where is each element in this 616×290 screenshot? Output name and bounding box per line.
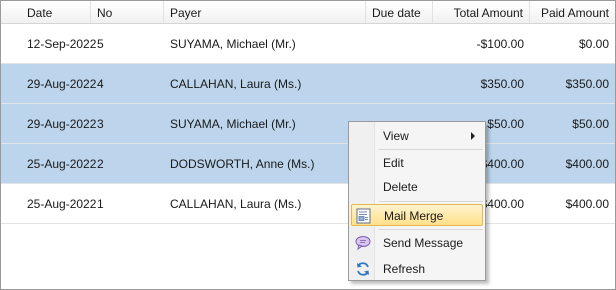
context-menu: View Edit Delete Mail Merge Send Message…	[348, 121, 486, 281]
cell-total-amount: -$100.00	[476, 37, 524, 51]
cell-due-date	[366, 24, 433, 64]
column-header-date[interactable]: Date	[1, 1, 91, 23]
column-header-paid-amount[interactable]: Paid Amount	[530, 1, 615, 23]
cell-paid-amount: $400.00	[565, 157, 609, 171]
cell-no: 3	[97, 117, 104, 131]
column-header-due-date[interactable]: Due date	[366, 1, 433, 23]
cell-no: 5	[97, 37, 104, 51]
cell-payer: CALLAHAN, Laura (Ms.)	[170, 77, 302, 91]
table-row[interactable]: 29-Aug-2022 4 CALLAHAN, Laura (Ms.) $350.00…	[1, 64, 615, 104]
menu-item-refresh[interactable]: Refresh	[351, 258, 483, 280]
cell-no: 4	[97, 77, 104, 91]
column-header-payer[interactable]: Payer	[164, 1, 366, 23]
menu-item-send-message[interactable]: Send Message	[351, 232, 483, 254]
table-row[interactable]: 29-Aug-2022 3 SUYAMA, Michael (Mr.) $50.00 $…	[1, 104, 615, 144]
menu-item-delete[interactable]: Delete	[351, 176, 483, 198]
menu-separator	[379, 149, 483, 150]
cell-date: 29-Aug-2022	[27, 77, 97, 91]
menu-item-label: Mail Merge	[384, 209, 444, 223]
cell-total-amount: $350.00	[480, 77, 524, 91]
menu-item-label: Edit	[383, 156, 404, 170]
cell-date: 12-Sep-2022	[27, 37, 97, 51]
cell-paid-amount: $400.00	[565, 197, 609, 211]
menu-separator	[379, 229, 483, 230]
cell-no: 2	[97, 157, 104, 171]
payments-grid: Date No Payer Due date Total Amount Paid…	[0, 0, 616, 290]
cell-payer: CALLAHAN, Laura (Ms.)	[170, 197, 302, 211]
mail-merge-icon	[355, 207, 373, 225]
cell-payer: SUYAMA, Michael (Mr.)	[170, 117, 296, 131]
cell-payer: DODSWORTH, Anne (Ms.)	[170, 157, 315, 171]
menu-item-label: Delete	[383, 180, 418, 194]
message-icon	[354, 234, 372, 252]
cell-no: 1	[97, 197, 104, 211]
cell-payer: SUYAMA, Michael (Mr.)	[170, 37, 296, 51]
cell-paid-amount: $0.00	[578, 37, 609, 51]
cell-due-date	[366, 64, 433, 104]
cell-paid-amount: $350.00	[565, 77, 609, 91]
menu-item-mail-merge[interactable]: Mail Merge	[351, 204, 483, 226]
menu-item-label: View	[383, 129, 409, 143]
refresh-icon	[354, 260, 372, 278]
column-header-no[interactable]: No	[91, 1, 164, 23]
grid-header: Date No Payer Due date Total Amount Paid…	[1, 1, 615, 24]
menu-item-label: Send Message	[383, 236, 464, 250]
menu-item-edit[interactable]: Edit	[351, 152, 483, 174]
table-row[interactable]: 25-Aug-2022 2 DODSWORTH, Anne (Ms.) $400.00…	[1, 144, 615, 184]
menu-separator	[379, 201, 483, 202]
column-header-total-amount[interactable]: Total Amount	[433, 1, 530, 23]
cell-paid-amount: $50.00	[572, 117, 609, 131]
table-row[interactable]: 25-Aug-2022 1 CALLAHAN, Laura (Ms.) $400.00…	[1, 184, 615, 224]
menu-item-view[interactable]: View	[351, 125, 483, 147]
submenu-arrow-icon	[471, 132, 475, 140]
cell-date: 25-Aug-2022	[27, 197, 97, 211]
table-row[interactable]: 12-Sep-2022 5 SUYAMA, Michael (Mr.) -$100.0…	[1, 24, 615, 64]
cell-date: 29-Aug-2022	[27, 117, 97, 131]
cell-date: 25-Aug-2022	[27, 157, 97, 171]
menu-item-label: Refresh	[383, 262, 426, 276]
